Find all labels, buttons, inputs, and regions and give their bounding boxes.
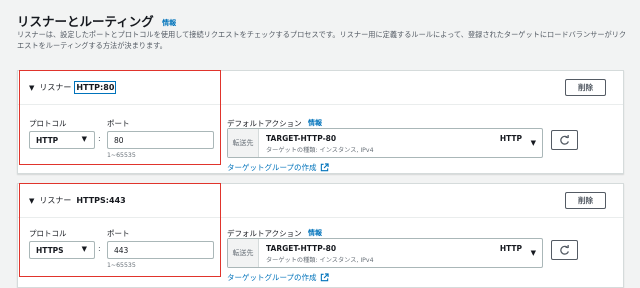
colon-separator: : [98,244,101,253]
default-action-text: デフォルトアクション [227,229,302,238]
listeners-routing-page: リスナーとルーティング 情報 リスナーは、設定したポートとプロトコルを使用して接… [0,0,640,288]
create-target-group-link[interactable]: ターゲットグループの作成 [227,272,329,283]
listener-toggle-http[interactable]: ▼ リスナー HTTP:80 [29,81,117,94]
section-title-text: リスナーとルーティング [17,14,154,29]
protocol-label: プロトコル [29,229,67,238]
refresh-button[interactable] [551,240,578,260]
default-action-info-link[interactable]: 情報 [308,229,322,237]
delete-listener-button[interactable]: 削除 [565,192,606,209]
port-hint: 1~65535 [107,262,136,269]
section-info-link[interactable]: 情報 [162,19,176,27]
protocol-label: プロトコル [29,119,67,128]
default-action-select[interactable]: 転送先 TARGET-HTTP-80 ターゲットの種類: インスタンス, IPv… [227,238,543,268]
section-description: リスナーは、設定したポートとプロトコルを使用して接続リクエストをチェックするプロ… [17,30,627,50]
chevron-down-icon: ▼ [81,135,87,143]
create-target-group-text: ターゲットグループの作成 [227,273,317,282]
target-group-protocol: HTTP [499,134,522,143]
create-target-group-link[interactable]: ターゲットグループの作成 [227,162,329,173]
port-input[interactable]: 80 [107,131,214,149]
listener-card-http: ▼ リスナー HTTP:80 削除 プロトコル ポート HTTP ▼ : 80 … [17,70,624,174]
default-action-info-link[interactable]: 情報 [308,119,322,127]
protocol-select-value: HTTPS [36,245,64,255]
port-hint: 1~65535 [107,152,136,159]
protocol-select[interactable]: HTTP ▼ [29,131,95,149]
section-title: リスナーとルーティング 情報 [17,11,176,30]
listener-protocol-port: HTTP:80 [74,81,117,94]
listener-prefix: リスナー [39,83,72,92]
target-group-type: ターゲットの種類: インスタンス, IPv4 [266,147,374,154]
external-link-icon [320,273,329,282]
refresh-icon [560,244,569,255]
port-input-value: 443 [114,245,129,255]
forward-tag: 転送先 [228,129,259,157]
port-label: ポート [107,229,130,238]
listener-protocol-port: HTTPS:443 [76,196,126,205]
listener-card-https: ▼ リスナー HTTPS:443 削除 プロトコル ポート HTTPS ▼ : … [17,183,624,288]
target-group-name: TARGET-HTTP-80 [266,134,337,143]
listener-toggle-https[interactable]: ▼ リスナー HTTPS:443 [29,195,126,206]
external-link-icon [320,163,329,172]
protocol-select-value: HTTP [36,135,59,145]
refresh-button[interactable] [551,130,578,150]
create-target-group-text: ターゲットグループの作成 [227,163,317,172]
caret-down-icon: ▼ [29,196,35,205]
listener-prefix: リスナー [39,196,72,205]
target-group-type: ターゲットの種類: インスタンス, IPv4 [266,257,374,264]
colon-separator: : [98,134,101,143]
port-input-value: 80 [114,135,124,145]
forward-tag: 転送先 [228,239,259,267]
default-action-select[interactable]: 転送先 TARGET-HTTP-80 ターゲットの種類: インスタンス, IPv… [227,128,543,158]
chevron-down-icon: ▼ [530,139,536,147]
chevron-down-icon: ▼ [81,245,87,253]
port-input[interactable]: 443 [107,241,214,259]
chevron-down-icon: ▼ [530,249,536,257]
port-label: ポート [107,119,130,128]
target-group-name: TARGET-HTTP-80 [266,244,337,253]
caret-down-icon: ▼ [29,83,35,92]
refresh-icon [560,134,569,145]
delete-listener-button[interactable]: 削除 [565,79,606,96]
target-group-protocol: HTTP [499,244,522,253]
default-action-text: デフォルトアクション [227,119,302,128]
protocol-select[interactable]: HTTPS ▼ [29,241,95,259]
